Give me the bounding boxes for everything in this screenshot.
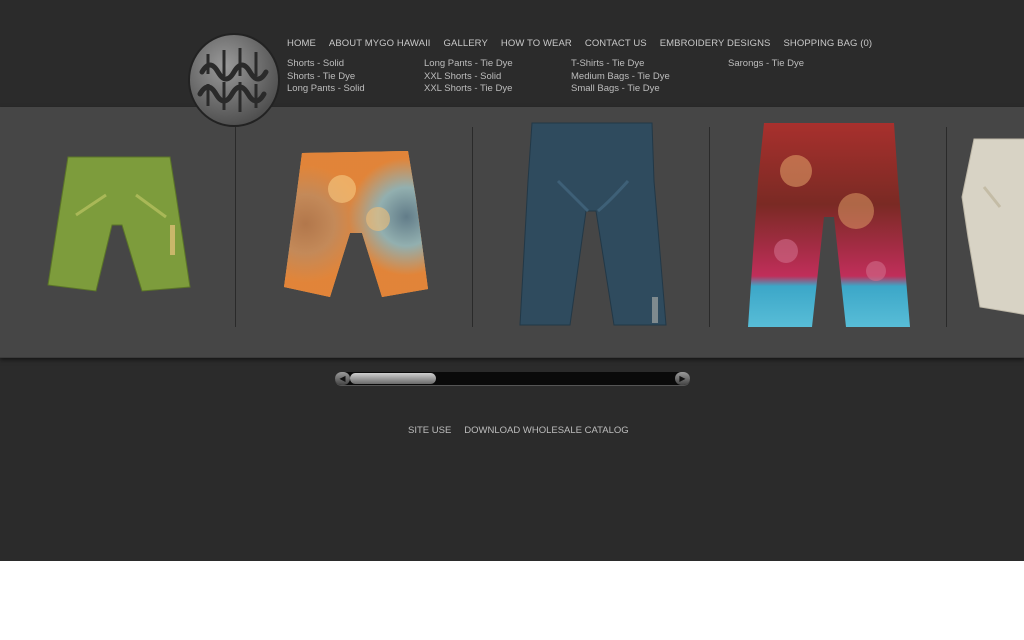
submenu-link[interactable]: Sarongs - Tie Dye — [728, 58, 804, 71]
submenu-link[interactable]: Shorts - Solid — [287, 58, 365, 71]
product-beige-pants[interactable] — [960, 137, 1024, 317]
submenu-link[interactable]: Long Pants - Tie Dye — [424, 58, 513, 71]
gallery-divider — [472, 127, 473, 327]
nav-gallery[interactable]: GALLERY — [444, 38, 488, 49]
scroll-right-arrow-icon[interactable]: ▶ — [675, 372, 690, 385]
submenu-col-1: Shorts - Solid Shorts - Tie Dye Long Pan… — [287, 58, 365, 96]
gallery-divider — [709, 127, 710, 327]
product-tie-dye-shorts[interactable] — [282, 149, 430, 299]
submenu-link[interactable]: XXL Shorts - Solid — [424, 71, 513, 84]
nav-shopping-bag[interactable]: SHOPPING BAG (0) — [783, 38, 872, 49]
nav-embroidery[interactable]: EMBROIDERY DESIGNS — [660, 38, 771, 49]
submenu-col-4: Sarongs - Tie Dye — [728, 58, 804, 71]
submenu-col-2: Long Pants - Tie Dye XXL Shorts - Solid … — [424, 58, 513, 96]
nav-about[interactable]: ABOUT MYGO HAWAII — [329, 38, 431, 49]
scroll-left-arrow-icon[interactable]: ◀ — [335, 372, 350, 385]
scrollbar-thumb[interactable] — [350, 373, 436, 384]
submenu-link[interactable]: XXL Shorts - Tie Dye — [424, 83, 513, 96]
gallery-divider — [235, 127, 236, 327]
gallery-divider — [946, 127, 947, 327]
submenu-link[interactable]: T-Shirts - Tie Dye — [571, 58, 670, 71]
nav-how-to-wear[interactable]: HOW TO WEAR — [501, 38, 572, 49]
submenu-link[interactable]: Shorts - Tie Dye — [287, 71, 365, 84]
submenu-col-3: T-Shirts - Tie Dye Medium Bags - Tie Dye… — [571, 58, 670, 96]
product-gallery — [0, 107, 1024, 358]
product-green-shorts[interactable] — [46, 155, 192, 295]
product-tie-dye-long-pants[interactable] — [746, 121, 912, 329]
main-nav: HOME ABOUT MYGO HAWAII GALLERY HOW TO WE… — [287, 38, 872, 49]
footer-wholesale-catalog[interactable]: DOWNLOAD WHOLESALE CATALOG — [464, 425, 628, 436]
footer-site-use[interactable]: SITE USE — [408, 425, 451, 436]
footer-links: SITE USE DOWNLOAD WHOLESALE CATALOG — [408, 425, 629, 436]
page: HOME ABOUT MYGO HAWAII GALLERY HOW TO WE… — [0, 0, 1024, 561]
submenu-link[interactable]: Medium Bags - Tie Dye — [571, 71, 670, 84]
mygo-hawaii-logo[interactable] — [188, 32, 280, 128]
submenu-link[interactable]: Small Bags - Tie Dye — [571, 83, 670, 96]
nav-home[interactable]: HOME — [287, 38, 316, 49]
product-blue-long-pants[interactable] — [518, 121, 668, 327]
nav-contact[interactable]: CONTACT US — [585, 38, 647, 49]
submenu-link[interactable]: Long Pants - Solid — [287, 83, 365, 96]
